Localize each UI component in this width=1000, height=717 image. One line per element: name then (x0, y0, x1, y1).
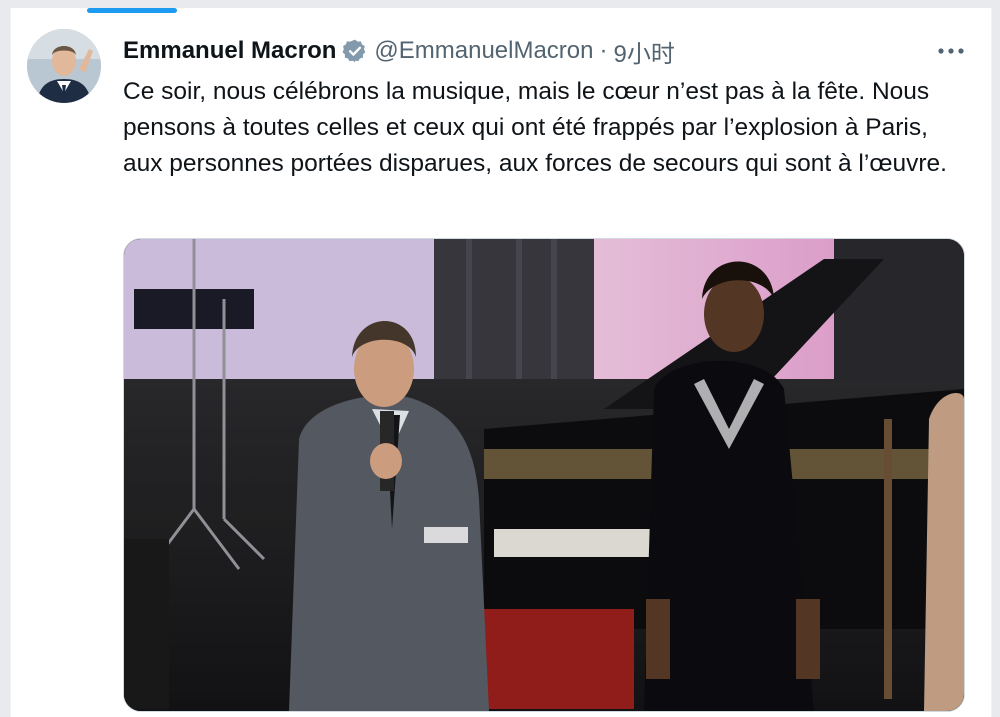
tweet-header: Emmanuel Macron @EmmanuelMacron · 9小时 (123, 33, 675, 69)
header-separator: · (599, 37, 608, 64)
tweet-text: Ce soir, nous célébrons la musique, mais… (123, 78, 947, 177)
tweet-video[interactable] (123, 238, 965, 712)
tweet-card[interactable]: Emmanuel Macron @EmmanuelMacron · 9小时 Ce… (10, 8, 992, 717)
active-tab-indicator (87, 8, 177, 13)
author-name[interactable]: Emmanuel Macron (123, 37, 336, 65)
tweet-timestamp[interactable]: 9小时 (614, 34, 675, 69)
avatar[interactable] (27, 29, 101, 103)
more-options-icon[interactable] (933, 36, 969, 66)
author-handle[interactable]: @EmmanuelMacron (374, 37, 593, 65)
verified-badge-icon[interactable] (342, 38, 368, 64)
